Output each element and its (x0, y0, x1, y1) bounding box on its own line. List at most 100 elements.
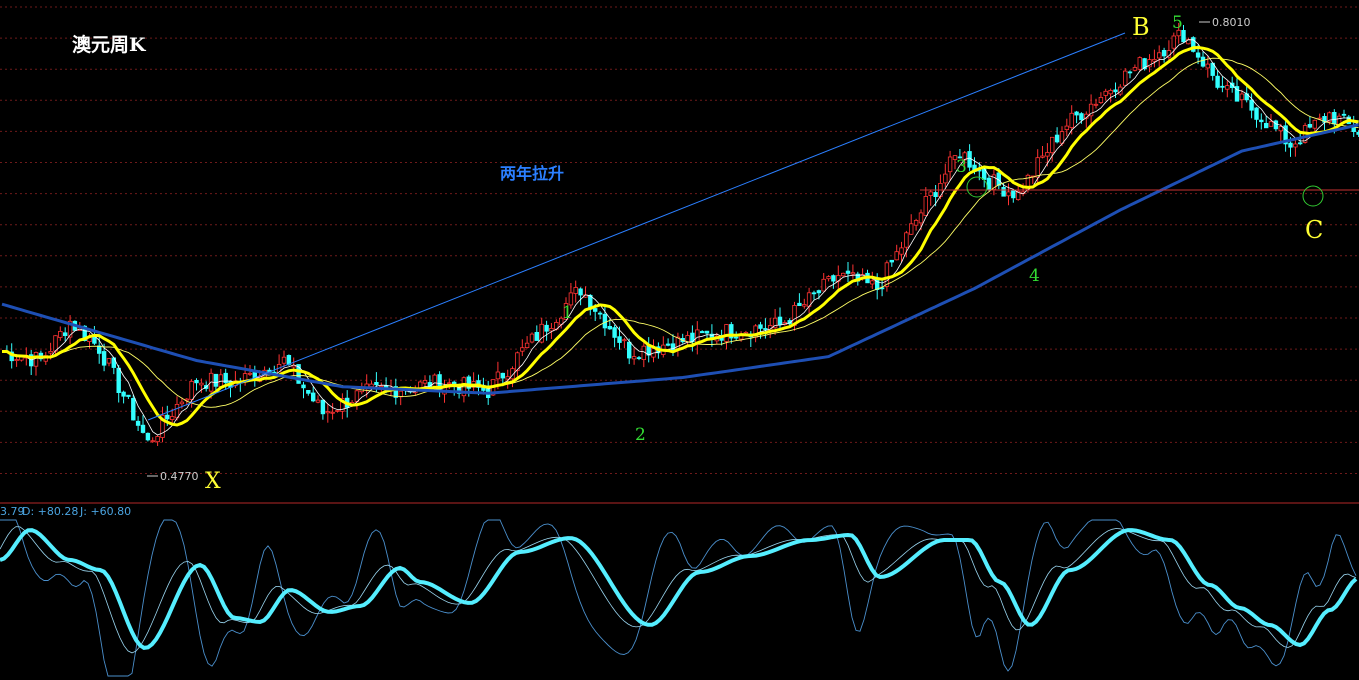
candle-body (199, 382, 204, 386)
candle-body (33, 351, 39, 367)
candle-body (155, 436, 160, 443)
wave-label-2: 2 (635, 425, 646, 445)
candle-body (529, 333, 535, 343)
candle-body (145, 432, 151, 441)
candle-body (500, 372, 505, 379)
ma-main-line (2, 45, 1359, 427)
candle-body (758, 324, 763, 329)
candle-body (1278, 126, 1283, 132)
candle-body (213, 373, 219, 387)
candle-body (306, 389, 311, 394)
candle-body (1249, 99, 1254, 111)
candle-body (986, 177, 992, 191)
ma-mid-line (2, 57, 1359, 408)
kdj-readout-j: J: +60.80 (79, 505, 131, 518)
candle-body (1307, 124, 1313, 128)
kdj-j-line (0, 519, 1357, 677)
candle-body (310, 392, 316, 402)
candle-body (1127, 71, 1133, 74)
candle-body (1161, 50, 1167, 57)
candle-body (447, 382, 452, 385)
candle-body (704, 330, 710, 334)
candle-body (884, 262, 890, 287)
candle-body (1074, 111, 1079, 116)
candle-body (286, 354, 292, 365)
c-point-circle (1302, 185, 1324, 207)
candle-body (802, 304, 807, 307)
candle-body (636, 357, 642, 360)
candle-body (909, 223, 914, 235)
candle-body (534, 331, 539, 341)
candle-body (335, 409, 340, 412)
candle-body (928, 191, 933, 196)
candle-body (1108, 90, 1113, 95)
candle-body (1195, 52, 1201, 58)
ma-short-line (2, 39, 1359, 436)
candle-body (1273, 120, 1279, 130)
candle-body (913, 219, 919, 226)
candle-body (734, 336, 739, 339)
candle-body (763, 328, 768, 330)
candle-body (422, 379, 428, 384)
candle-body (1050, 136, 1055, 154)
candle-body (631, 356, 637, 360)
candle-body (627, 341, 632, 359)
candle-body (116, 367, 121, 394)
candle-body (1215, 75, 1220, 88)
candle-body (1205, 63, 1210, 69)
candle-body (174, 403, 180, 419)
candle-body (607, 325, 612, 330)
wave-label-1: 1 (562, 303, 573, 323)
candle-body (189, 380, 194, 400)
kdj-readout-k: 3.79 (0, 505, 25, 518)
kdj-k-line (0, 526, 1357, 654)
candle-body (841, 272, 846, 277)
candle-body (1093, 103, 1099, 106)
candle-body (904, 232, 909, 248)
candle-body (1268, 121, 1274, 127)
candle-body (315, 399, 321, 403)
point-label-c: C (1305, 216, 1323, 244)
candle-body (612, 327, 617, 338)
candle-body (97, 345, 102, 354)
candle-body (1200, 56, 1206, 67)
candle-body (821, 278, 826, 292)
candle-body (121, 391, 126, 397)
candle-body (593, 308, 598, 312)
candle-body (301, 384, 306, 389)
candle-body (947, 156, 953, 173)
candle-body (101, 351, 107, 366)
candle-body (140, 424, 146, 433)
candle-body (320, 399, 326, 415)
candle-body (1123, 70, 1128, 86)
candle-body (1220, 85, 1225, 88)
candle-body (1259, 119, 1264, 123)
candle-body (106, 358, 112, 364)
candle-body (520, 347, 525, 352)
candle-body (1064, 125, 1069, 130)
candle-body (894, 251, 899, 261)
high-price-marker: 0.8010 (1212, 16, 1251, 29)
candles-group (4, 22, 1359, 446)
candle-body (724, 324, 729, 342)
candle-body (617, 336, 622, 343)
candle-body (126, 394, 131, 397)
candle-body (1332, 112, 1337, 125)
candle-body (549, 327, 554, 332)
candle-body (573, 287, 578, 294)
candle-body (58, 330, 63, 338)
candle-body (899, 247, 904, 255)
candle-body (1312, 119, 1317, 129)
candle-body (131, 397, 136, 421)
candle-body (247, 372, 253, 375)
candle-body (179, 401, 185, 405)
candle-body (1069, 112, 1074, 129)
candle-body (135, 420, 141, 426)
candle-body (165, 414, 170, 420)
candle-body (63, 332, 68, 336)
candle-body (602, 313, 608, 329)
candle-body (797, 302, 802, 306)
candle-body (218, 374, 223, 387)
moving-averages (1, 39, 1359, 436)
candle-body (826, 276, 831, 280)
